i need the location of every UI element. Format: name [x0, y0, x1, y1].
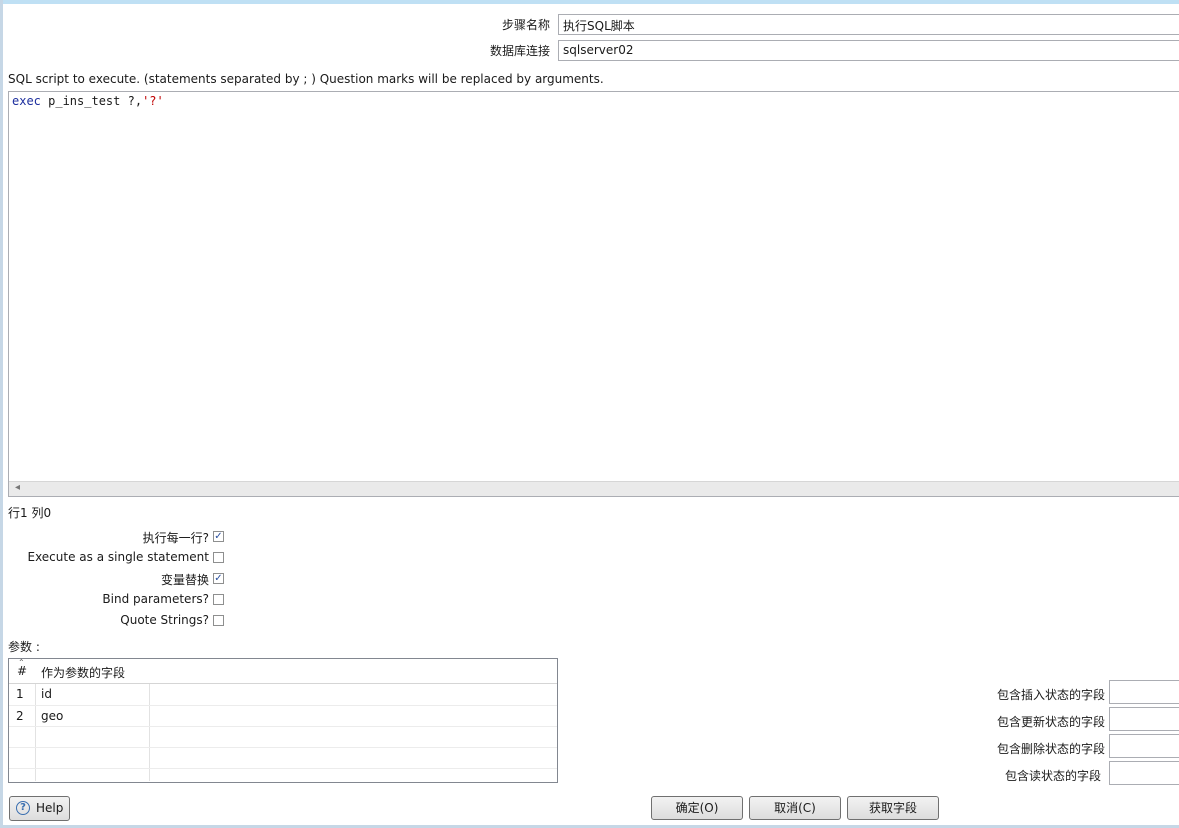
option-label-variable-substitution: 变量替换 — [160, 573, 209, 587]
cancel-button[interactable]: 取消(C) — [749, 796, 841, 820]
row-divider — [9, 726, 557, 727]
update-status-field[interactable] — [1109, 707, 1179, 731]
row-field[interactable]: geo — [41, 709, 63, 723]
db-connection-select[interactable]: sqlserver02 — [558, 40, 1179, 61]
col-header-field[interactable]: 作为参数的字段 — [41, 664, 125, 681]
db-connection-label: 数据库连接 — [489, 44, 550, 58]
quote-strings-checkbox[interactable] — [213, 615, 224, 626]
cancel-button-label: 取消(C) — [774, 801, 816, 815]
window-left-edge — [0, 0, 3, 828]
get-fields-button-label: 获取字段 — [868, 801, 917, 815]
read-status-label: 包含读状态的字段 — [1004, 769, 1101, 783]
step-name-input[interactable]: 执行SQL脚本 — [558, 14, 1179, 35]
row-divider — [9, 705, 557, 706]
single-statement-checkbox[interactable] — [213, 552, 224, 563]
row-num: 1 — [16, 687, 24, 701]
table-header: # ⌃ 作为参数的字段 — [9, 658, 557, 684]
option-label-bind-parameters: Bind parameters? — [102, 592, 209, 606]
ok-button-label: 确定(O) — [675, 801, 719, 815]
row-divider — [9, 768, 557, 769]
bind-parameters-checkbox[interactable] — [213, 594, 224, 605]
db-connection-value: sqlserver02 — [563, 43, 634, 57]
help-icon: ? — [16, 801, 30, 815]
step-name-label: 步骤名称 — [501, 18, 550, 32]
scroll-left-arrow-icon[interactable]: ◂ — [15, 482, 20, 493]
params-table[interactable]: # ⌃ 作为参数的字段 1 id 2 geo — [8, 658, 558, 783]
cursor-position-status: 行1 列0 — [8, 506, 52, 520]
variable-substitution-checkbox[interactable]: ✓ — [213, 573, 224, 584]
row-num: 2 — [16, 709, 24, 723]
delete-status-field[interactable] — [1109, 734, 1179, 758]
window-top-edge — [0, 0, 1179, 4]
row-field[interactable]: id — [41, 687, 52, 701]
step-name-value: 执行SQL脚本 — [563, 19, 635, 33]
update-status-label: 包含更新状态的字段 — [996, 715, 1105, 729]
insert-status-field[interactable] — [1109, 680, 1179, 704]
get-fields-button[interactable]: 获取字段 — [847, 796, 939, 820]
option-label-execute-each-row: 执行每一行? — [142, 531, 209, 545]
help-button[interactable]: ? Help — [9, 796, 70, 821]
sql-keyword: exec — [12, 94, 41, 108]
insert-status-label: 包含插入状态的字段 — [996, 688, 1105, 702]
sql-editor[interactable]: exec p_ins_test ?,'?' ◂ — [8, 91, 1179, 497]
row-divider — [9, 747, 557, 748]
sql-code-body: p_ins_test ?, — [40, 94, 143, 108]
read-status-field[interactable] — [1109, 761, 1179, 785]
params-label: 参数 : — [8, 640, 40, 654]
option-label-quote-strings: Quote Strings? — [120, 613, 209, 627]
sql-horizontal-scrollbar[interactable]: ◂ — [9, 481, 1179, 496]
ok-button[interactable]: 确定(O) — [651, 796, 743, 820]
help-button-label: Help — [36, 801, 64, 815]
delete-status-label: 包含删除状态的字段 — [996, 742, 1105, 756]
sql-string-literal: '?' — [142, 94, 164, 108]
sql-hint-text: SQL script to execute. (statements separ… — [8, 72, 604, 86]
execute-each-row-checkbox[interactable]: ✓ — [213, 531, 224, 542]
sort-up-icon: ⌃ — [18, 658, 25, 667]
sql-code-line: exec p_ins_test ?,'?' — [12, 94, 164, 108]
option-label-single-statement: Execute as a single statement — [27, 550, 209, 564]
